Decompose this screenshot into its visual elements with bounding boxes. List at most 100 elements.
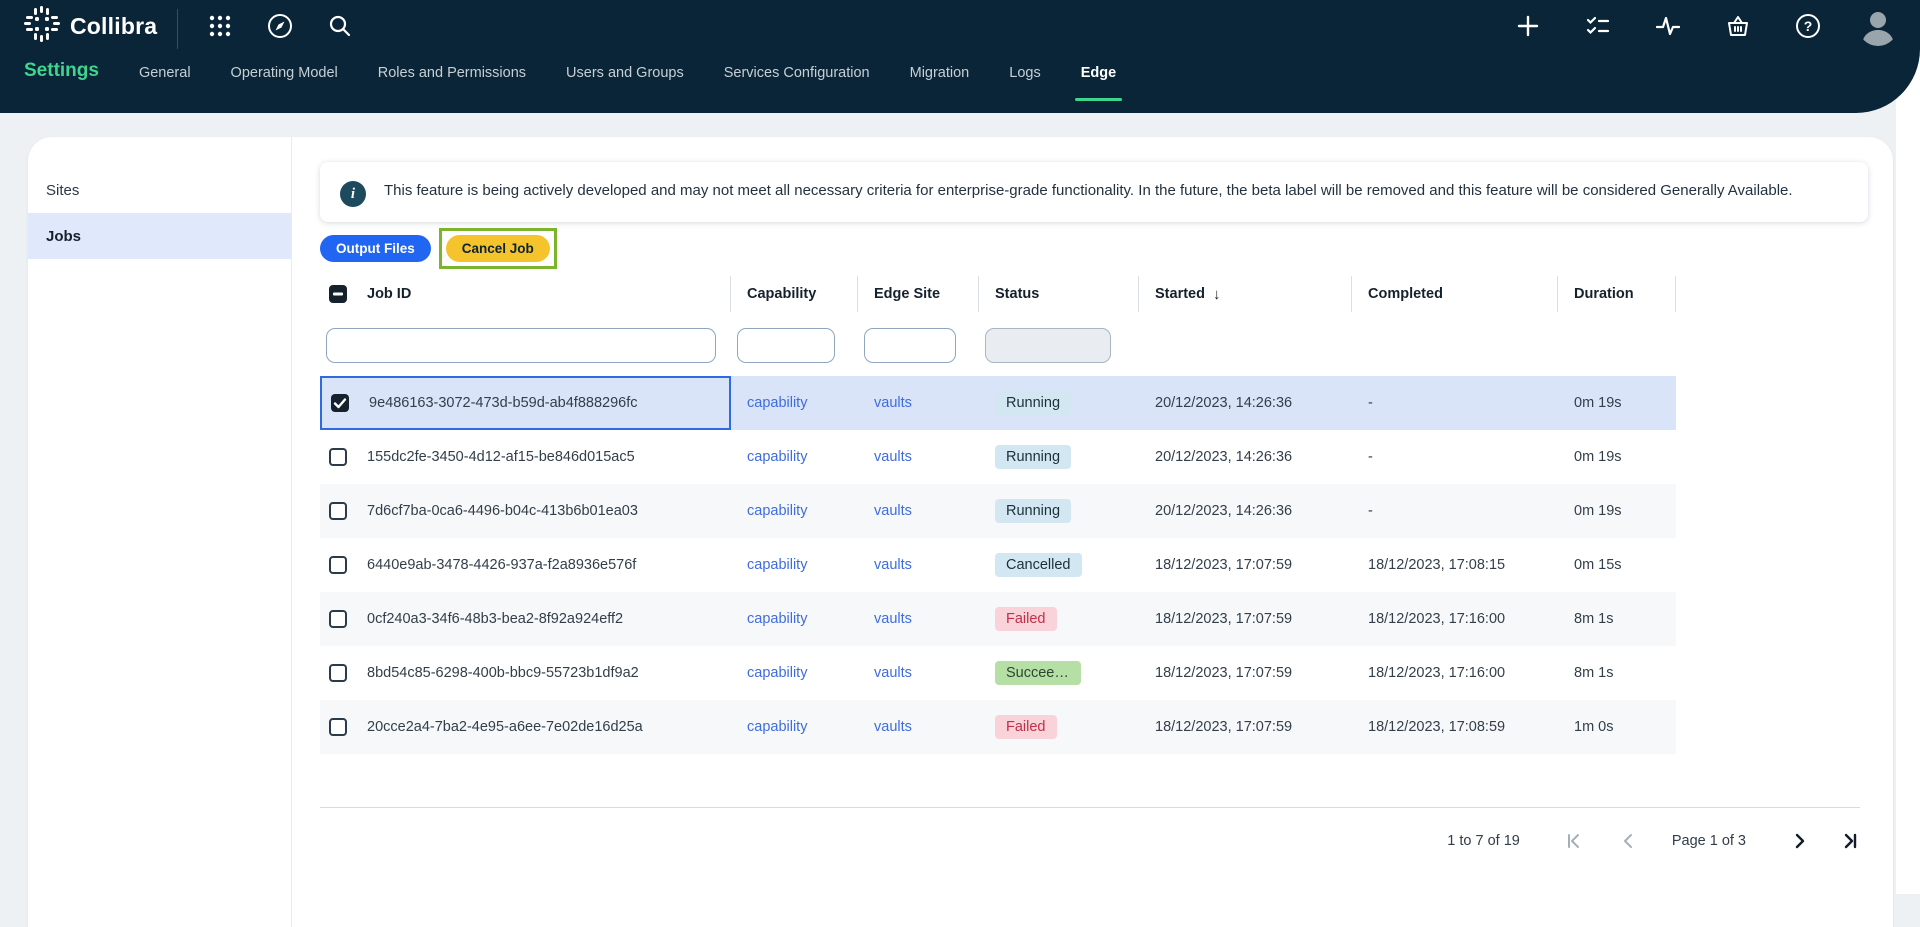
tab-users-and-groups[interactable]: Users and Groups — [566, 65, 684, 81]
table-row[interactable]: 9e486163-3072-473d-b59d-ab4f888296fc cap… — [320, 376, 1676, 430]
tab-roles-and-permissions[interactable]: Roles and Permissions — [378, 65, 526, 81]
duration-cell: 8m 1s — [1558, 611, 1676, 627]
edge-site-link[interactable]: vaults — [874, 395, 912, 411]
started-cell: 20/12/2023, 14:26:36 — [1139, 449, 1352, 465]
edge-site-link[interactable]: vaults — [874, 611, 912, 627]
status-badge: Failed — [995, 607, 1057, 631]
top-bar: Collibra — [0, 0, 1920, 113]
compass-icon[interactable] — [260, 6, 300, 46]
status-filter-input[interactable] — [985, 328, 1111, 363]
capability-link[interactable]: capability — [747, 503, 807, 519]
brand-name: Collibra — [70, 13, 157, 40]
next-page-button[interactable] — [1790, 831, 1810, 851]
completed-cell: - — [1352, 395, 1558, 411]
activity-icon[interactable] — [1648, 6, 1688, 46]
table-header-row: Job ID Capability Edge Site Status Start… — [320, 272, 1676, 316]
status-badge: Running — [995, 391, 1071, 415]
edge-site-filter-input[interactable] — [864, 328, 956, 363]
job-id-cell: 6440e9ab-3478-4426-937a-f2a8936e576f — [367, 557, 636, 573]
duration-cell: 0m 19s — [1558, 503, 1676, 519]
capability-link[interactable]: capability — [747, 719, 807, 735]
col-header-capability[interactable]: Capability — [731, 276, 858, 312]
edge-site-link[interactable]: vaults — [874, 557, 912, 573]
tab-services-configuration[interactable]: Services Configuration — [724, 65, 870, 81]
job-id-filter-input[interactable] — [326, 328, 716, 363]
table-row[interactable]: 7d6cf7ba-0ca6-4496-b04c-413b6b01ea03 cap… — [320, 484, 1676, 538]
capability-link[interactable]: capability — [747, 449, 807, 465]
col-header-status[interactable]: Status — [979, 276, 1139, 312]
search-icon[interactable] — [320, 6, 360, 46]
row-checkbox[interactable] — [329, 664, 347, 682]
started-cell: 18/12/2023, 17:07:59 — [1139, 719, 1352, 735]
completed-cell: - — [1352, 503, 1558, 519]
add-icon[interactable] — [1508, 6, 1548, 46]
sidebar-item-jobs[interactable]: Jobs — [28, 213, 291, 259]
settings-section-label[interactable]: Settings — [24, 60, 99, 82]
output-files-button[interactable]: Output Files — [320, 235, 431, 262]
col-header-completed[interactable]: Completed — [1352, 276, 1558, 312]
duration-cell: 0m 19s — [1558, 449, 1676, 465]
pagination-bar: 1 to 7 of 19 Page 1 of 3 — [320, 807, 1860, 873]
capability-link[interactable]: capability — [747, 611, 807, 627]
scrollbar-track[interactable] — [1896, 0, 1920, 894]
row-checkbox[interactable] — [329, 556, 347, 574]
col-header-job-id[interactable]: Job ID — [367, 286, 411, 302]
capability-link[interactable]: capability — [747, 557, 807, 573]
cancel-job-highlight-box: Cancel Job — [439, 228, 557, 269]
select-all-checkbox[interactable] — [329, 285, 347, 303]
started-cell: 18/12/2023, 17:07:59 — [1139, 665, 1352, 681]
last-page-button[interactable] — [1840, 831, 1860, 851]
previous-page-button[interactable] — [1618, 831, 1638, 851]
edge-site-link[interactable]: vaults — [874, 503, 912, 519]
status-badge: Failed — [995, 715, 1057, 739]
duration-cell: 0m 15s — [1558, 557, 1676, 573]
table-row[interactable]: 6440e9ab-3478-4426-937a-f2a8936e576f cap… — [320, 538, 1676, 592]
edge-site-link[interactable]: vaults — [874, 449, 912, 465]
sidebar-item-sites[interactable]: Sites — [28, 167, 291, 213]
job-id-cell: 20cce2a4-7ba2-4e95-a6ee-7e02de16d25a — [367, 719, 643, 735]
apps-grid-icon[interactable] — [200, 6, 240, 46]
basket-icon[interactable] — [1718, 6, 1758, 46]
edge-site-link[interactable]: vaults — [874, 665, 912, 681]
table-row[interactable]: 8bd54c85-6298-400b-bbc9-55723b1df9a2 cap… — [320, 646, 1676, 700]
sidebar: SitesJobs — [28, 137, 292, 927]
table-body: 9e486163-3072-473d-b59d-ab4f888296fc cap… — [320, 376, 1676, 754]
row-checkbox[interactable] — [329, 610, 347, 628]
row-checkbox[interactable] — [329, 502, 347, 520]
tab-operating-model[interactable]: Operating Model — [231, 65, 338, 81]
tab-edge[interactable]: Edge — [1081, 65, 1116, 81]
jobs-table: Job ID Capability Edge Site Status Start… — [320, 272, 1676, 754]
duration-cell: 8m 1s — [1558, 665, 1676, 681]
capability-link[interactable]: capability — [747, 665, 807, 681]
capability-filter-input[interactable] — [737, 328, 835, 363]
collibra-brand[interactable]: Collibra — [24, 6, 157, 47]
job-id-cell: 155dc2fe-3450-4d12-af15-be846d015ac5 — [367, 449, 635, 465]
table-row[interactable]: 0cf240a3-34f6-48b3-bea2-8f92a924eff2 cap… — [320, 592, 1676, 646]
tab-logs[interactable]: Logs — [1009, 65, 1040, 81]
svg-text:?: ? — [1804, 18, 1813, 34]
table-row[interactable]: 20cce2a4-7ba2-4e95-a6ee-7e02de16d25a cap… — [320, 700, 1676, 754]
edge-site-link[interactable]: vaults — [874, 719, 912, 735]
job-id-cell: 7d6cf7ba-0ca6-4496-b04c-413b6b01ea03 — [367, 503, 638, 519]
tasks-icon[interactable] — [1578, 6, 1618, 46]
topbar-divider — [177, 9, 178, 49]
tab-general[interactable]: General — [139, 65, 191, 81]
col-header-started[interactable]: Started ↓ — [1139, 276, 1352, 312]
table-row[interactable]: 155dc2fe-3450-4d12-af15-be846d015ac5 cap… — [320, 430, 1676, 484]
first-page-button[interactable] — [1564, 831, 1584, 851]
row-checkbox[interactable] — [329, 718, 347, 736]
avatar[interactable] — [1858, 6, 1898, 46]
row-checkbox[interactable] — [331, 394, 349, 412]
completed-cell: - — [1352, 449, 1558, 465]
capability-link[interactable]: capability — [747, 395, 807, 411]
cancel-job-button[interactable]: Cancel Job — [446, 235, 550, 262]
banner-text: This feature is being actively developed… — [384, 179, 1793, 202]
help-icon[interactable]: ? — [1788, 6, 1828, 46]
job-id-cell: 8bd54c85-6298-400b-bbc9-55723b1df9a2 — [367, 665, 639, 681]
content-card: SitesJobs i This feature is being active… — [28, 137, 1893, 927]
tab-migration[interactable]: Migration — [910, 65, 970, 81]
col-header-edge-site[interactable]: Edge Site — [858, 276, 979, 312]
completed-cell: 18/12/2023, 17:08:15 — [1352, 557, 1558, 573]
col-header-duration[interactable]: Duration — [1558, 276, 1676, 312]
row-checkbox[interactable] — [329, 448, 347, 466]
